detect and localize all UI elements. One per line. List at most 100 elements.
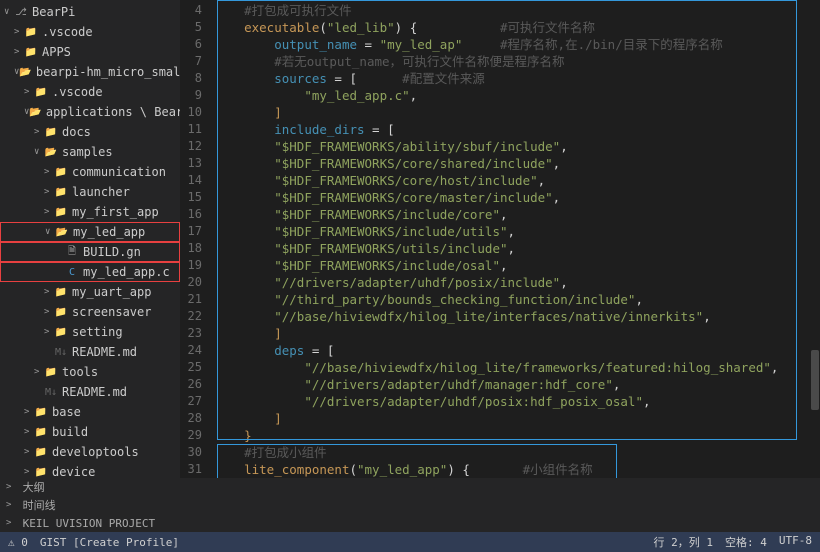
code-line[interactable]: #打包成可执行文件 (214, 2, 820, 19)
line-number: 12 (180, 138, 202, 155)
code-line[interactable]: "$HDF_FRAMEWORKS/core/master/include", (214, 189, 820, 206)
chevron-icon: > (44, 287, 54, 297)
tree-item-base[interactable]: >📁base (0, 402, 180, 422)
tree-item-my-led-app-c[interactable]: Cmy_led_app.c (0, 262, 180, 282)
tree-label: tools (62, 365, 98, 379)
code-line[interactable]: #若无output_name，可执行文件名称便是程序名称 (214, 53, 820, 70)
tree-item-samples[interactable]: ∨📂samples (0, 142, 180, 162)
tree-item-apps[interactable]: >📁APPS (0, 42, 180, 62)
line-number: 28 (180, 410, 202, 427)
code-line[interactable]: } (214, 427, 820, 444)
line-number: 20 (180, 274, 202, 291)
folder-icon: 📁 (44, 125, 58, 139)
tree-item-communication[interactable]: >📁communication (0, 162, 180, 182)
tree-label: applications \ BearPi \ Be... (46, 105, 180, 119)
code-line[interactable]: "$HDF_FRAMEWORKS/core/shared/include", (214, 155, 820, 172)
folder-open-icon: 📂 (55, 225, 69, 239)
keil-project-item[interactable]: > KEIL UVISION PROJECT (0, 514, 820, 532)
code-line[interactable]: "$HDF_FRAMEWORKS/utils/include", (214, 240, 820, 257)
tree-item-device[interactable]: >📁device (0, 462, 180, 478)
tree-item--vscode[interactable]: >📁.vscode (0, 82, 180, 102)
tree-item-bearpi-hm-micro-small[interactable]: ∨📂bearpi-hm_micro_small (0, 62, 180, 82)
code-line[interactable]: "$HDF_FRAMEWORKS/include/osal", (214, 257, 820, 274)
chevron-icon: > (44, 307, 54, 317)
code-line[interactable]: ] (214, 104, 820, 121)
code-line[interactable]: "//base/hiviewdfx/hilog_lite/frameworks/… (214, 359, 820, 376)
code-line[interactable]: ] (214, 325, 820, 342)
code-line[interactable]: "$HDF_FRAMEWORKS/ability/sbuf/include", (214, 138, 820, 155)
line-number: 25 (180, 359, 202, 376)
chevron-icon: > (14, 27, 24, 37)
tree-item-readme-md[interactable]: M↓README.md (0, 382, 180, 402)
code-line[interactable]: "//drivers/adapter/uhdf/manager:hdf_core… (214, 376, 820, 393)
tree-item-setting[interactable]: >📁setting (0, 322, 180, 342)
code-line[interactable]: sources = [ #配置文件来源 (214, 70, 820, 87)
chevron-icon: ∨ (45, 227, 55, 237)
tree-label: communication (72, 165, 166, 179)
tree-label: device (52, 465, 95, 478)
folder-open-icon: 📂 (44, 145, 58, 159)
tree-item-tools[interactable]: >📁tools (0, 362, 180, 382)
folder-open-icon: 📂 (19, 65, 31, 79)
status-encoding[interactable]: UTF-8 (779, 534, 812, 550)
tree-item-screensaver[interactable]: >📁screensaver (0, 302, 180, 322)
chevron-icon: > (24, 427, 34, 437)
tree-label: setting (72, 325, 123, 339)
tree-item-developtools[interactable]: >📁developtools (0, 442, 180, 462)
tree-item-build-gn[interactable]: 🗎BUILD.gn (0, 242, 180, 262)
tree-item-launcher[interactable]: >📁launcher (0, 182, 180, 202)
tree-item-readme-md[interactable]: M↓README.md (0, 342, 180, 362)
status-warnings[interactable]: ⚠ 0 (8, 536, 28, 549)
code-area[interactable]: #打包成可执行文件 executable("led_lib") { #可执行文件… (214, 0, 820, 478)
code-line[interactable]: "$HDF_FRAMEWORKS/core/host/include", (214, 172, 820, 189)
tree-label: bearpi-hm_micro_small (36, 65, 180, 79)
tree-item-my-uart-app[interactable]: >📁my_uart_app (0, 282, 180, 302)
line-number: 23 (180, 325, 202, 342)
line-number: 16 (180, 206, 202, 223)
tree-label: launcher (72, 185, 130, 199)
line-number: 19 (180, 257, 202, 274)
vertical-scrollbar[interactable] (810, 0, 820, 478)
status-profile[interactable]: GIST [Create Profile] (40, 536, 179, 549)
folder-icon: 📁 (54, 325, 68, 339)
code-line[interactable]: "//drivers/adapter/uhdf/posix/include", (214, 274, 820, 291)
code-line[interactable]: deps = [ (214, 342, 820, 359)
line-number: 31 (180, 461, 202, 478)
tree-item--vscode[interactable]: >📁.vscode (0, 22, 180, 42)
code-line[interactable]: include_dirs = [ (214, 121, 820, 138)
folder-icon: 📁 (54, 305, 68, 319)
code-line[interactable]: ] (214, 410, 820, 427)
chevron-icon: ∨ (34, 147, 44, 157)
tree-label: my_led_app (73, 225, 145, 239)
timeline-item[interactable]: > 时间线 (0, 496, 820, 514)
file-explorer[interactable]: ∨⎇BearPi>📁.vscode>📁APPS∨📂bearpi-hm_micro… (0, 0, 180, 478)
tree-item-docs[interactable]: >📁docs (0, 122, 180, 142)
code-line[interactable]: output_name = "my_led_ap" #程序名称,在./bin/目… (214, 36, 820, 53)
line-number: 29 (180, 427, 202, 444)
chevron-icon: > (34, 127, 44, 137)
tree-item-applications-bearpi-be-[interactable]: ∨📂applications \ BearPi \ Be... (0, 102, 180, 122)
tree-label: my_uart_app (72, 285, 151, 299)
tree-label: BUILD.gn (83, 245, 141, 259)
line-number: 9 (180, 87, 202, 104)
tree-label: APPS (42, 45, 71, 59)
tree-item-my-first-app[interactable]: >📁my_first_app (0, 202, 180, 222)
code-line[interactable]: executable("led_lib") { #可执行文件名称 (214, 19, 820, 36)
status-indent[interactable]: 空格: 4 (725, 534, 767, 550)
outline-item[interactable]: > 大纲 (0, 478, 820, 496)
code-line[interactable]: "//drivers/adapter/uhdf/posix:hdf_posix_… (214, 393, 820, 410)
status-cursor[interactable]: 行 2，列 1 (654, 534, 714, 550)
code-line[interactable]: "//base/hiviewdfx/hilog_lite/interfaces/… (214, 308, 820, 325)
outline-panel[interactable]: > 大纲 > 时间线 > KEIL UVISION PROJECT (0, 478, 820, 532)
tree-item-my-led-app[interactable]: ∨📂 my_led_app (0, 222, 180, 242)
code-line[interactable]: "//third_party/bounds_checking_function/… (214, 291, 820, 308)
code-line[interactable]: "$HDF_FRAMEWORKS/include/core", (214, 206, 820, 223)
code-line[interactable]: lite_component("my_led_app") { #小组件名称 (214, 461, 820, 478)
line-number: 6 (180, 36, 202, 53)
code-line[interactable]: "my_led_app.c", (214, 87, 820, 104)
tree-item-build[interactable]: >📁build (0, 422, 180, 442)
tree-item-bearpi[interactable]: ∨⎇BearPi (0, 2, 180, 22)
code-line[interactable]: #打包成小组件 (214, 444, 820, 461)
scrollbar-thumb[interactable] (811, 350, 819, 410)
code-line[interactable]: "$HDF_FRAMEWORKS/include/utils", (214, 223, 820, 240)
